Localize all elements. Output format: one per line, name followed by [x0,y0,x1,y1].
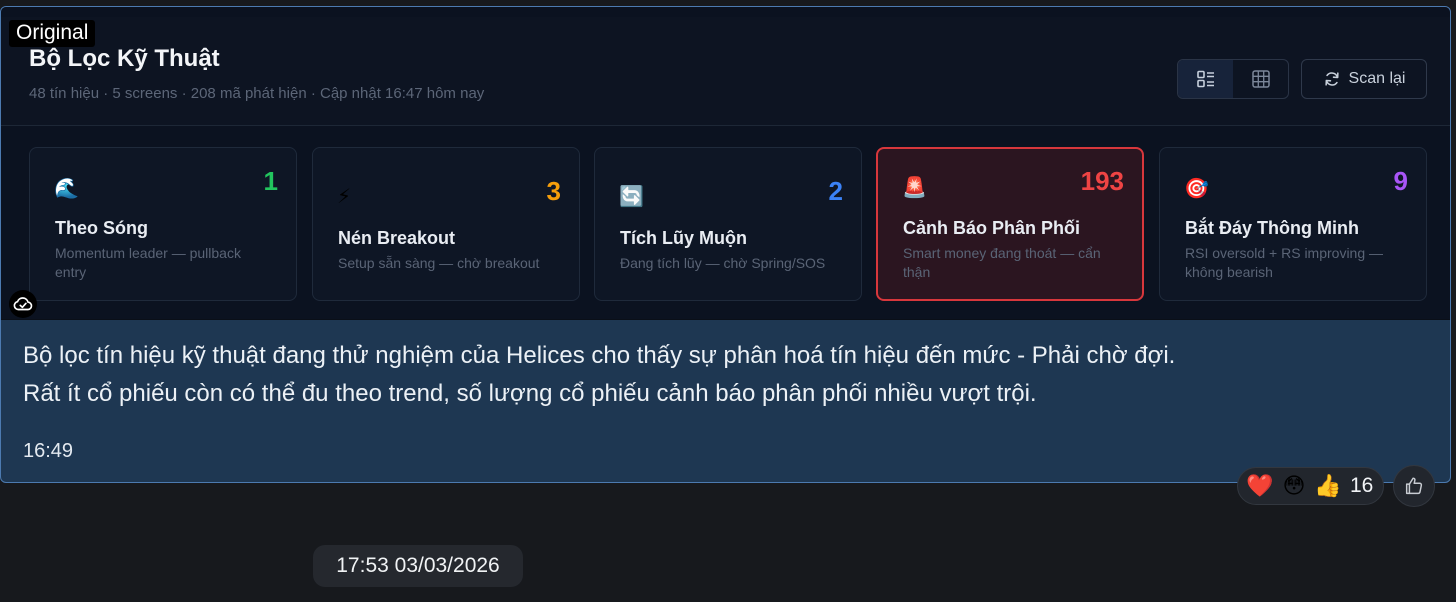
wave-icon: 🌊 [54,178,79,200]
grid-view-button[interactable] [1233,60,1288,98]
card-title: Cảnh Báo Phân Phối [903,218,1081,238]
card-title: Nén Breakout [338,228,456,248]
list-icon [1196,70,1214,88]
card-desc: Smart money đang thoát — cẩn thận [903,245,1101,280]
message-text: Bộ lọc tín hiệu kỹ thuật đang thử nghiệm… [23,337,1423,413]
card-desc: Setup sẵn sàng — chờ breakout [338,255,540,271]
screener-header: Bộ Lọc Kỹ Thuật 48 tín hiệu · 5 screens … [1,17,1450,126]
list-view-button[interactable] [1178,60,1233,98]
card-theo-song[interactable]: 🌊 1 Theo Sóng Momentum leader — pullback… [29,147,297,301]
message-bubble[interactable]: Bộ Lọc Kỹ Thuật 48 tín hiệu · 5 screens … [0,6,1451,483]
card-count: 1 [263,166,278,196]
card-count: 2 [828,176,843,206]
card-title: Theo Sóng [55,218,148,238]
reactions-bar[interactable]: ❤️ 😳 👍 16 [1237,467,1384,505]
cycle-icon: 🔄 [619,186,644,208]
thumbs-up-reaction-icon[interactable]: 👍 [1314,472,1342,500]
card-bat-day-thong-minh[interactable]: 🎯 9 Bắt Đáy Thông Minh RSI oversold + RS… [1159,147,1427,301]
card-count: 193 [1080,166,1124,196]
siren-icon: 🚨 [902,177,927,199]
grid-icon [1251,70,1270,88]
refresh-icon [1324,72,1339,86]
scan-again-button[interactable]: Scan lại [1301,59,1427,99]
scan-button-label: Scan lại [1348,70,1406,87]
view-toggle [1177,59,1289,99]
date-separator: 17:53 03/03/2026 [313,545,523,587]
flushed-face-reaction-icon[interactable]: 😳 [1280,472,1308,500]
heart-reaction-icon[interactable]: ❤️ [1246,472,1274,500]
attached-screenshot[interactable]: Bộ Lọc Kỹ Thuật 48 tín hiệu · 5 screens … [1,7,1450,320]
card-desc: RSI oversold + RS improving — không bear… [1185,245,1384,280]
original-label: Original [9,20,96,47]
card-desc: Momentum leader — pullback entry [55,245,241,280]
card-count: 3 [546,176,561,206]
card-title: Tích Lũy Muộn [620,228,747,248]
message-line-1: Bộ lọc tín hiệu kỹ thuật đang thử nghiệm… [23,342,1176,369]
card-canh-bao-phan-phoi[interactable]: 🚨 193 Cảnh Báo Phân Phối Smart money đan… [876,147,1144,301]
card-title: Bắt Đáy Thông Minh [1185,218,1359,238]
message-line-2: Rất ít cổ phiếu còn có thể đu theo trend… [23,380,1037,407]
reaction-count: 16 [1350,474,1374,497]
card-nen-breakout[interactable]: ⚡ 3 Nén Breakout Setup sẵn sàng — chờ br… [312,147,580,301]
target-icon: 🎯 [1184,178,1209,200]
card-tich-luy-muon[interactable]: 🔄 2 Tích Lũy Muộn Đang tích lũy — chờ Sp… [594,147,862,301]
page-meta: 48 tín hiệu · 5 screens · 208 mã phát hi… [29,85,485,102]
page-title: Bộ Lọc Kỹ Thuật [29,45,220,72]
screen-cards: 🌊 1 Theo Sóng Momentum leader — pullback… [1,145,1450,303]
card-count: 9 [1393,166,1408,196]
card-desc: Đang tích lũy — chờ Spring/SOS [620,255,826,271]
thumbs-up-outline-icon [1405,477,1423,495]
lightning-icon: ⚡ [337,186,352,208]
message-time: 16:49 [23,440,74,462]
cloud-check-icon[interactable] [9,290,37,318]
add-reaction-button[interactable] [1393,465,1435,507]
